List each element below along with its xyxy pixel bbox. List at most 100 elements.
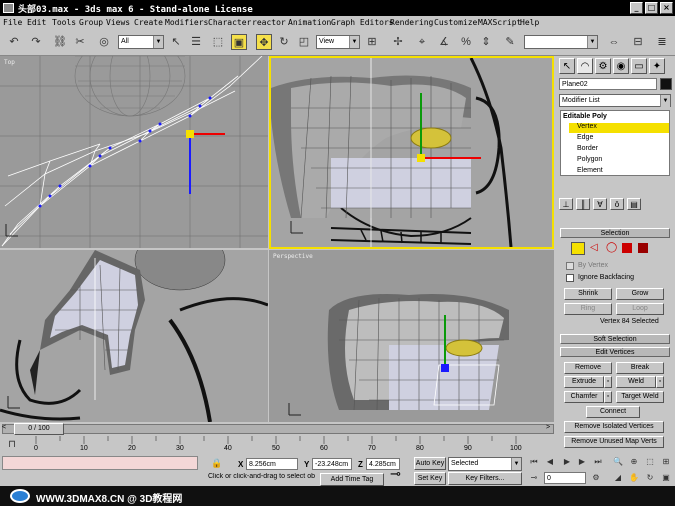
viewport-top[interactable]: Top [0,56,268,248]
named-selection-sets-dropdown[interactable]: ▼ [524,35,598,49]
loop-button[interactable]: Loop [616,303,664,315]
previous-frame-icon[interactable]: ◀ [544,456,556,468]
minimize-icon[interactable]: _ [630,2,643,14]
soft-selection-rollout-header[interactable]: Soft Selection [560,334,670,344]
unlink-icon[interactable]: ✂ [72,34,88,50]
chamfer-button[interactable]: Chamfer [564,391,604,403]
remove-unused-map-verts-button[interactable]: Remove Unused Map Verts [564,436,664,448]
maximize-viewport-icon[interactable]: ▣ [660,472,672,484]
select-scale-icon[interactable]: ◰ [296,34,312,50]
maximize-icon[interactable]: □ [645,2,658,14]
snap-toggle-icon[interactable]: ⌖ [414,34,430,50]
stack-item-element[interactable]: Element [577,167,603,174]
select-manipulate-icon[interactable]: ✢ [390,34,406,50]
menu-edit[interactable]: Edit [27,18,46,27]
utilities-tab-icon[interactable]: ✦ [649,58,665,74]
undo-icon[interactable]: ↶ [6,34,22,50]
vertex-mode-icon[interactable] [571,242,585,255]
time-next-icon[interactable]: > [546,424,550,431]
zoom-extents-icon[interactable]: ⬚ [644,456,656,468]
menu-modifiers[interactable]: Modifiers [165,18,208,27]
go-to-end-icon[interactable]: ⏭ [592,456,604,468]
set-key-button[interactable]: Set Key [414,472,446,485]
menu-views[interactable]: Views [106,18,130,27]
stack-item-editable-poly[interactable]: Editable Poly [563,113,607,120]
selection-rollout-header[interactable]: Selection [560,228,670,238]
curve-editor-icon[interactable]: ⊓ [4,437,20,453]
stack-item-edge[interactable]: Edge [577,134,593,141]
menu-customize[interactable]: Customize [434,18,477,27]
stack-item-border[interactable]: Border [577,145,598,152]
named-selection-icon[interactable]: ✎ [502,34,518,50]
chamfer-settings-icon[interactable]: ▫ [604,391,612,403]
menu-group[interactable]: Group [79,18,103,27]
target-weld-button[interactable]: Target Weld [616,391,664,403]
hierarchy-tab-icon[interactable]: ⚙ [595,58,611,74]
rect-selection-icon[interactable]: ⬚ [210,34,226,50]
show-end-result-icon[interactable]: ║ [576,198,590,210]
go-to-start-icon[interactable]: ⏮ [528,456,540,468]
border-mode-icon[interactable]: ◯ [606,242,617,253]
connect-button[interactable]: Connect [586,406,640,418]
menu-file[interactable]: File [3,18,22,27]
break-button[interactable]: Break [616,362,664,374]
current-frame-field[interactable]: 0 [544,472,586,484]
layer-manager-icon[interactable]: ≣ [654,34,670,50]
pan-icon[interactable]: ✋ [628,472,640,484]
pin-stack-icon[interactable]: ⊥ [559,198,573,210]
menu-tools[interactable]: Tools [52,18,76,27]
weld-settings-icon[interactable]: ▫ [656,376,664,388]
key-mode-dropdown[interactable]: Selected ▼ [448,457,522,471]
configure-sets-icon[interactable]: ▤ [627,198,641,210]
shrink-button[interactable]: Shrink [564,288,612,300]
key-filters-button[interactable]: Key Filters... [448,472,522,485]
time-config-icon[interactable]: ⚙ [590,472,602,484]
auto-key-button[interactable]: Auto Key [414,457,446,470]
reference-coordinate-dropdown[interactable]: View ▼ [316,35,360,49]
spinner-snap-icon[interactable]: ⇕ [478,34,494,50]
select-by-name-icon[interactable]: ☰ [188,34,204,50]
menu-reactor[interactable]: reactor [252,18,286,27]
select-rotate-icon[interactable]: ↻ [276,34,292,50]
menu-animation[interactable]: Animation [288,18,331,27]
object-color-swatch[interactable] [660,78,672,90]
remove-button[interactable]: Remove [564,362,612,374]
time-prev-icon[interactable]: < [2,424,6,431]
key-mode-toggle-icon[interactable]: ⊸ [528,472,540,484]
stack-item-vertex[interactable]: Vertex [569,123,669,133]
stack-item-polygon[interactable]: Polygon [577,156,602,163]
remove-isolated-vertices-button[interactable]: Remove Isolated Vertices [564,421,664,433]
mirror-icon[interactable]: ⇔ [606,34,622,50]
pivot-center-icon[interactable]: ⊞ [364,34,380,50]
close-icon[interactable]: × [660,2,673,14]
arc-rotate-icon[interactable]: ↻ [644,472,656,484]
selection-filter-dropdown[interactable]: All ▼ [118,35,164,49]
viewport-left[interactable] [0,250,268,422]
modify-tab-icon[interactable]: ◠ [577,58,593,74]
menu-graph-editors[interactable]: Graph Editors [331,18,394,27]
viewport-front[interactable] [269,56,554,249]
motion-tab-icon[interactable]: ◉ [613,58,629,74]
play-icon[interactable]: ▶ [560,456,574,468]
percent-snap-icon[interactable]: % [458,34,474,50]
menu-help[interactable]: Help [520,18,539,27]
weld-button[interactable]: Weld [616,376,656,388]
object-name-field[interactable]: Plane02 [559,78,657,90]
align-icon[interactable]: ⊟ [630,34,646,50]
viewport-perspective[interactable]: Perspective [269,250,554,422]
x-coordinate-field[interactable]: 8.256cm [246,458,298,470]
link-icon[interactable]: ⛓ [52,34,68,50]
time-slider-track[interactable]: 0 / 100 < > [0,422,556,436]
extrude-button[interactable]: Extrude [564,376,604,388]
menu-maxscript[interactable]: MAXScript [478,18,521,27]
ring-button[interactable]: Ring [564,303,612,315]
zoom-icon[interactable]: 🔍 [612,456,624,468]
add-time-tag-button[interactable]: Add Time Tag [320,473,384,486]
time-slider-thumb[interactable]: 0 / 100 [14,423,64,435]
remove-modifier-icon[interactable]: ō [610,198,624,210]
redo-icon[interactable]: ↷ [28,34,44,50]
menu-character[interactable]: Character [208,18,251,27]
make-unique-icon[interactable]: ∀ [593,198,607,210]
select-object-icon[interactable]: ↖ [168,34,184,50]
select-move-icon[interactable]: ✥ [256,34,272,50]
